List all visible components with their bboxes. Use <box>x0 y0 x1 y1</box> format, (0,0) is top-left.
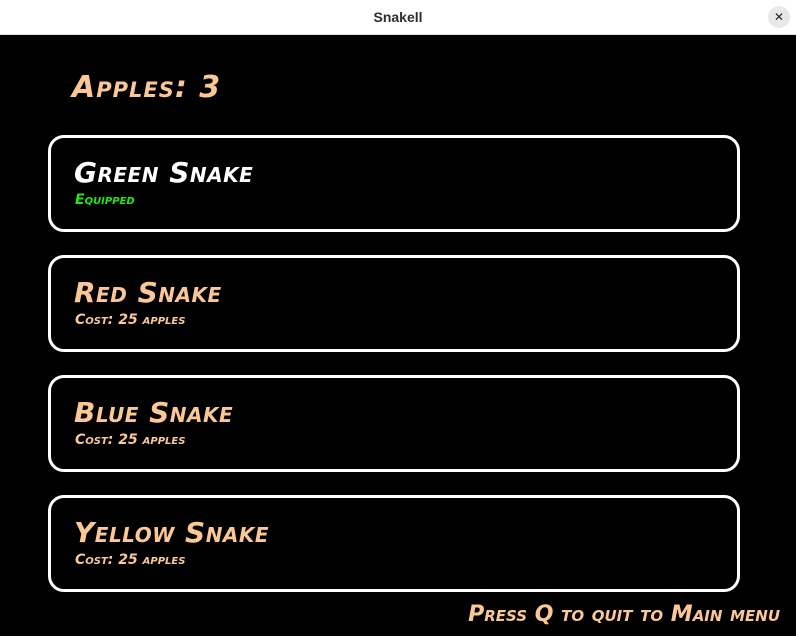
close-button[interactable]: ✕ <box>768 6 790 28</box>
shop-item-cost: Cost: 25 apples <box>75 552 186 568</box>
quit-hint: Press Q to quit to Main menu <box>468 602 780 627</box>
shop-item-green-snake[interactable]: Green Snake Equipped <box>48 135 740 232</box>
shop-item-red-snake[interactable]: Red Snake Cost: 25 apples <box>48 255 740 352</box>
shop-item-name: Yellow Snake <box>74 516 270 549</box>
apples-counter: Apples: 3 <box>72 70 222 105</box>
shop-item-status: Equipped <box>75 192 135 208</box>
shop-item-yellow-snake[interactable]: Yellow Snake Cost: 25 apples <box>48 495 740 592</box>
window-title: Snakell <box>373 9 423 25</box>
shop-screen: Apples: 3 Green Snake Equipped Red Snake… <box>0 36 796 636</box>
shop-item-cost: Cost: 25 apples <box>75 312 186 328</box>
shop-item-name: Green Snake <box>74 156 254 189</box>
title-bar: Snakell ✕ <box>0 0 796 35</box>
shop-item-name: Blue Snake <box>74 396 234 429</box>
shop-item-cost: Cost: 25 apples <box>75 432 186 448</box>
shop-item-blue-snake[interactable]: Blue Snake Cost: 25 apples <box>48 375 740 472</box>
shop-item-name: Red Snake <box>74 276 222 309</box>
close-icon: ✕ <box>773 10 785 24</box>
app-window: Snakell ✕ Apples: 3 Green Snake Equipped… <box>0 0 796 636</box>
